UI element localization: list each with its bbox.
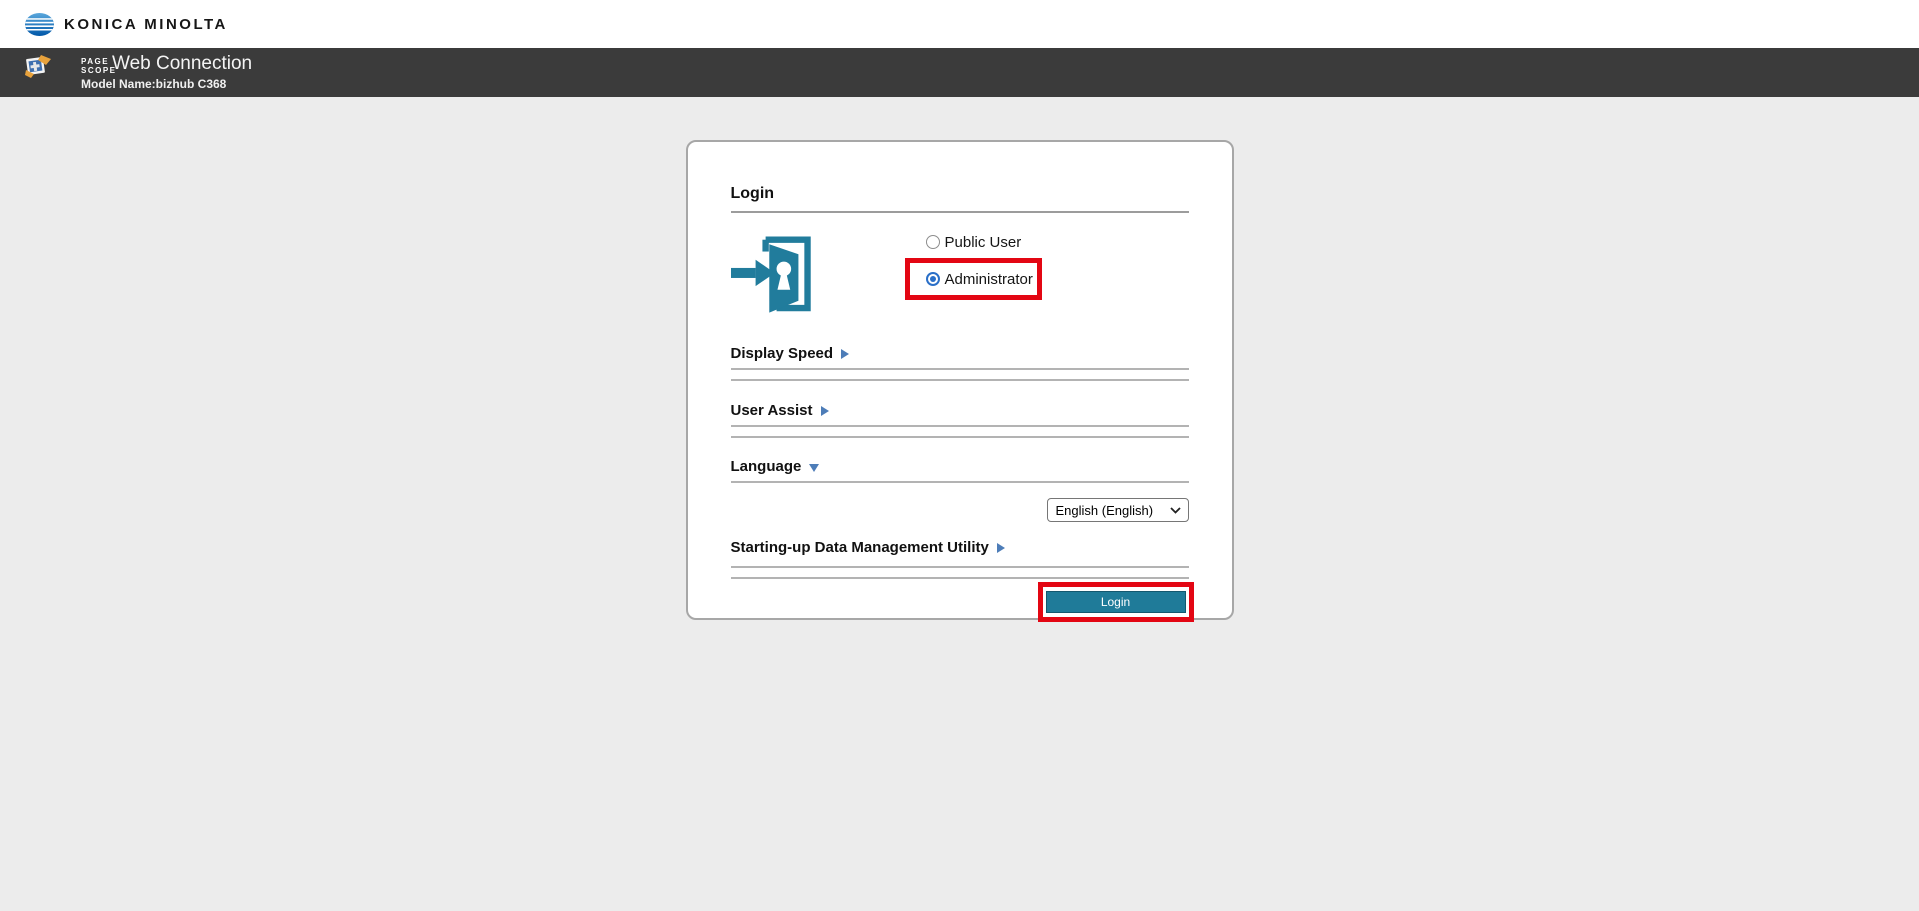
administrator-highlight-box: Administrator [905, 258, 1042, 300]
language-select-row: English (English) [731, 498, 1189, 522]
startup-data-utility-toggle[interactable]: Starting-up Data Management Utility [731, 539, 1189, 556]
section-startup-data-utility: Starting-up Data Management Utility Logi… [731, 539, 1189, 622]
app-title: Web Connection [112, 51, 252, 77]
startup-data-utility-label: Starting-up Data Management Utility [731, 539, 989, 556]
section-display-speed: Display Speed [731, 345, 1189, 381]
login-panel-title: Login [731, 185, 1189, 213]
radio-option-administrator[interactable]: Administrator [926, 267, 1033, 291]
display-speed-label: Display Speed [731, 345, 834, 362]
divider [731, 436, 1189, 438]
radio-label-public-user[interactable]: Public User [945, 234, 1022, 251]
user-assist-toggle[interactable]: User Assist [731, 402, 1189, 419]
chevron-down-icon [809, 464, 819, 472]
user-assist-label: User Assist [731, 402, 813, 419]
login-highlight-box: Login [1038, 582, 1194, 622]
login-door-icon [731, 229, 813, 316]
section-language: Language English (English) [731, 458, 1189, 522]
pagescope-icon [24, 53, 54, 79]
radio-option-public-user[interactable]: Public User [926, 230, 1042, 254]
login-dialog: Login Public User Administrator [686, 140, 1234, 620]
divider [731, 481, 1189, 483]
language-select-value: English (English) [1056, 503, 1154, 518]
konica-minolta-logo: KONICA MINOLTA [24, 12, 228, 37]
radio-icon-administrator[interactable] [926, 272, 940, 286]
divider [731, 425, 1189, 427]
chevron-right-icon [841, 349, 849, 359]
language-label: Language [731, 458, 802, 475]
login-type-row: Public User Administrator [731, 229, 1189, 317]
divider [731, 379, 1189, 381]
radio-label-administrator[interactable]: Administrator [945, 271, 1033, 288]
section-user-assist: User Assist [731, 402, 1189, 438]
select-chevron-icon [1170, 507, 1181, 514]
divider [731, 577, 1189, 579]
login-button-row: Login [731, 582, 1194, 622]
divider [731, 368, 1189, 370]
model-name: Model Name:bizhub C368 [81, 77, 226, 91]
radio-icon-public-user[interactable] [926, 235, 940, 249]
language-select[interactable]: English (English) [1047, 498, 1189, 522]
konica-globe-icon [24, 12, 55, 37]
chevron-right-icon [821, 406, 829, 416]
language-toggle[interactable]: Language [731, 458, 1189, 475]
divider [731, 566, 1189, 568]
login-button[interactable]: Login [1046, 591, 1186, 613]
brand-bar: KONICA MINOLTA [0, 0, 1919, 48]
chevron-right-icon [997, 543, 1005, 553]
brand-logo-text: KONICA MINOLTA [64, 16, 228, 33]
app-header-bar: PAGE SCOPE Web Connection Model Name:biz… [0, 48, 1919, 97]
display-speed-toggle[interactable]: Display Speed [731, 345, 1189, 362]
user-type-options: Public User Administrator [926, 229, 1042, 317]
